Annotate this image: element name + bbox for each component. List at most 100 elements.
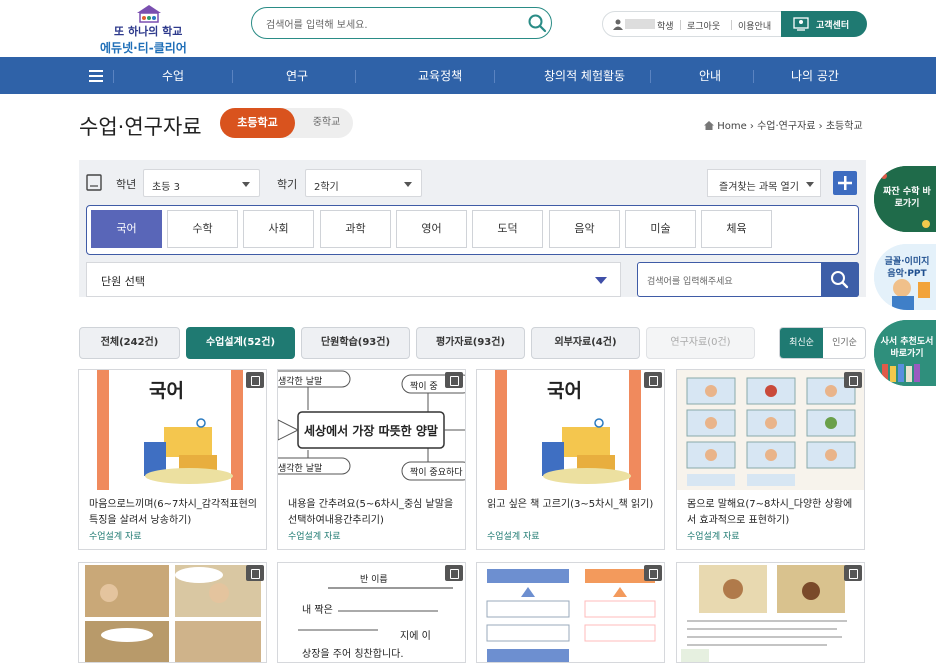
book-icon: [86, 174, 102, 191]
breadcrumb: Home › 수업·연구자료 › 초등학교: [704, 117, 863, 132]
worksheet-line: 내 짝은: [302, 605, 333, 616]
sort-toggle: 최신순 인기순: [779, 327, 866, 359]
copy-icon[interactable]: [445, 565, 463, 581]
card-tag: 수업설계 자료: [487, 532, 540, 542]
breadcrumb-home[interactable]: Home: [717, 121, 747, 132]
card-title[interactable]: 몸으로 말해요(7~8차시_다양한 상황에서 효과적으로 표현하기): [687, 497, 859, 529]
copy-icon[interactable]: [246, 565, 264, 581]
copy-icon[interactable]: [644, 565, 662, 581]
tab-all[interactable]: 전체(242건): [79, 327, 180, 359]
main-nav: 수업 연구 교육정책 창의적 체험활동 안내 나의 공간: [0, 57, 936, 94]
tab-elementary[interactable]: 초등학교: [220, 108, 295, 138]
breadcrumb-sep: ›: [818, 121, 823, 132]
card-title[interactable]: 마음으로느끼며(6~7차시_감각적표현의특징을 살려서 낭송하기): [89, 497, 261, 529]
breadcrumb-sep: ›: [749, 121, 754, 132]
resource-card[interactable]: 몸으로 말해요(7~8차시_다양한 상황에서 효과적으로 표현하기) 수업설계 …: [676, 369, 865, 550]
search-icon[interactable]: [527, 13, 547, 33]
page-title: 수업·연구자료: [79, 115, 202, 139]
card-title[interactable]: 읽고 싶은 책 고르기(3~5차시_책 읽기): [487, 497, 659, 513]
unit-search-input[interactable]: 검색어를 입력해주세요: [637, 262, 859, 297]
sort-latest[interactable]: 최신순: [780, 328, 823, 358]
card-title[interactable]: 내용을 간추려요(5~6차시_중심 낱말을선택하여내용간추리기): [288, 497, 460, 529]
tab-unit-study[interactable]: 단원학습(93건): [301, 327, 410, 359]
customer-center-button[interactable]: 고객센터: [781, 11, 867, 37]
nav-item-policy[interactable]: 교육정책: [418, 67, 462, 84]
unit-search-button[interactable]: [821, 262, 859, 297]
logo-line2: 에듀넷·티-클리어: [100, 41, 187, 55]
subject-art[interactable]: 미술: [625, 210, 696, 248]
tab-assessment[interactable]: 평가자료(93건): [416, 327, 525, 359]
home-icon: [704, 121, 714, 130]
divider: [731, 20, 732, 30]
situation-cards-image: [677, 370, 864, 490]
house-logo-icon: [137, 5, 161, 23]
subject-math[interactable]: 수학: [167, 210, 238, 248]
user-menu: 학생 로그아웃 이용안내 고객센터: [602, 11, 867, 37]
copy-icon[interactable]: [445, 372, 463, 388]
resource-card[interactable]: 국어 읽고 싶은 책 고르기(3~5차시_책 읽기) 수업설계 자료: [476, 369, 665, 550]
mind-map-node: 짝이 중: [410, 382, 438, 392]
subject-pe[interactable]: 체육: [701, 210, 772, 248]
resources-shortcut-banner[interactable]: 글꼴·이미지 음악·PPT: [874, 244, 936, 310]
guide-link[interactable]: 이용안내: [738, 19, 771, 32]
nav-item-class[interactable]: 수업: [162, 67, 184, 84]
subject-social[interactable]: 사회: [243, 210, 314, 248]
subject-korean[interactable]: 국어: [91, 210, 162, 248]
mind-map-center: 세상에서 가장 따뜻한 양말: [304, 424, 438, 438]
comic-panels-image: [79, 563, 266, 662]
tab-research: 연구자료(0건): [646, 327, 755, 359]
subject-english[interactable]: 영어: [396, 210, 467, 248]
subject-music[interactable]: 음악: [549, 210, 620, 248]
story-scenes-image: [677, 563, 864, 662]
subject-science[interactable]: 과학: [320, 210, 391, 248]
grade-select[interactable]: 초등 3: [143, 169, 260, 197]
add-favorite-button[interactable]: [833, 171, 857, 195]
logout-link[interactable]: 로그아웃: [687, 19, 720, 32]
site-logo[interactable]: 또 하나의 학교 에듀넷·티-클리어: [100, 4, 200, 55]
tab-middle[interactable]: 중학교: [300, 108, 353, 138]
copy-icon[interactable]: [246, 372, 264, 388]
resource-card[interactable]: 생각한 날말 짝이 중 생각한 날말 짝이 중요하다 세상에서 가장 따뜻한 양…: [277, 369, 466, 550]
resource-card[interactable]: 반 이름 내 짝은 지에 이 상장을 주어 칭찬합니다.: [277, 562, 466, 663]
resource-card[interactable]: 국어 마음으로느끼며(6~7차시_감각적표현의특징을 살려서 낭송하기) 수업설…: [78, 369, 267, 550]
grade-value: 초등 3: [152, 182, 180, 193]
mind-map-node: 생각한 날말: [278, 377, 323, 387]
favorite-subjects-select[interactable]: 즐겨찾는 과목 열기: [707, 169, 821, 197]
card-thumbnail: [677, 370, 864, 490]
nav-item-my-space[interactable]: 나의 공간: [791, 67, 839, 84]
chevron-down-icon: [242, 182, 250, 187]
card-tag: 수업설계 자료: [687, 532, 740, 542]
breadcrumb-current: 초등학교: [825, 121, 863, 132]
breadcrumb-item[interactable]: 수업·연구자료: [757, 121, 815, 132]
math-shortcut-banner[interactable]: 짜잔 수학 바로가기: [874, 166, 936, 232]
card-thumb-title: 국어: [547, 380, 582, 402]
nav-item-info[interactable]: 안내: [699, 67, 721, 84]
subject-selector: 국어 수학 사회 과학 영어 도덕 음악 미술 체육: [86, 205, 859, 255]
user-name-blurred: [625, 19, 655, 29]
chevron-down-icon: [806, 182, 814, 187]
resource-card[interactable]: [78, 562, 267, 663]
nav-item-activity[interactable]: 창의적 체험활동: [544, 67, 625, 84]
resource-card[interactable]: [476, 562, 665, 663]
divider: [680, 20, 681, 30]
resource-card[interactable]: [676, 562, 865, 663]
divider: [753, 70, 754, 83]
tab-lesson-design[interactable]: 수업설계(52건): [186, 327, 295, 359]
sort-popular[interactable]: 인기순: [823, 328, 866, 358]
term-select[interactable]: 2학기: [305, 169, 422, 197]
copy-icon[interactable]: [644, 372, 662, 388]
card-tag: 수업설계 자료: [89, 532, 142, 542]
book-recommend-label: 사서 추천도서 바로가기: [880, 337, 934, 359]
book-recommend-banner[interactable]: 사서 추천도서 바로가기: [874, 320, 936, 386]
copy-icon[interactable]: [844, 565, 862, 581]
unit-select[interactable]: 단원 선택: [86, 262, 621, 297]
headset-icon: [793, 17, 809, 31]
copy-icon[interactable]: [844, 372, 862, 388]
divider: [494, 70, 495, 83]
subject-ethics[interactable]: 도덕: [472, 210, 543, 248]
nav-item-research[interactable]: 연구: [286, 67, 308, 84]
global-search[interactable]: 검색어를 입력해 보세요.: [251, 7, 552, 39]
card-thumb-title: 국어: [149, 380, 184, 402]
tab-external[interactable]: 외부자료(4건): [531, 327, 640, 359]
hamburger-menu-icon[interactable]: [86, 67, 106, 85]
